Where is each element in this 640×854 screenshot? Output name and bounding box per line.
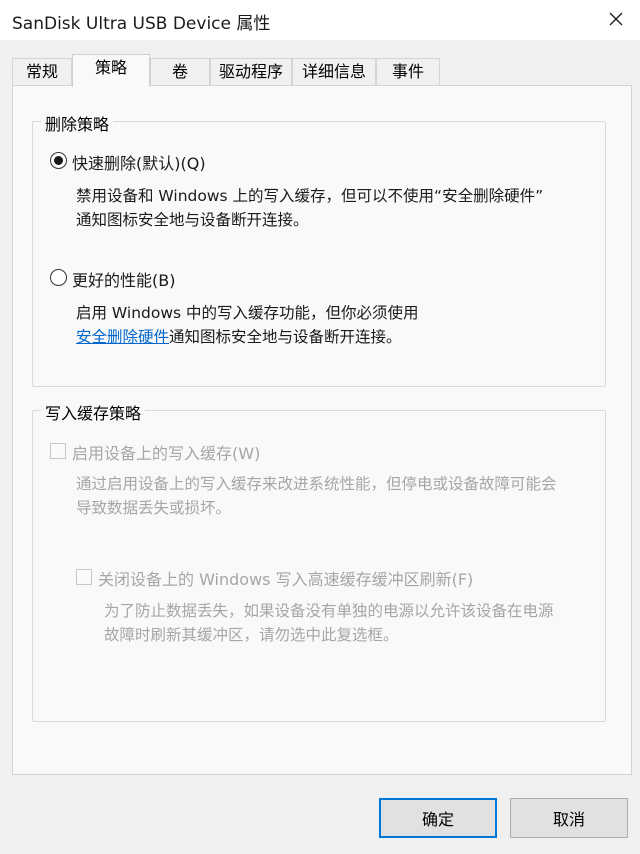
enable-write-cache-label[interactable]: 启用设备上的写入缓存(W) [72,440,260,464]
quick-removal-label[interactable]: 快速删除(默认)(Q) [72,150,206,174]
tab-events[interactable]: 事件 [376,58,440,86]
removal-policy-title: 删除策略 [41,111,114,135]
tab-details[interactable]: 详细信息 [292,58,376,86]
tab-policies[interactable]: 策略 [72,54,150,87]
better-performance-desc-line2: 安全删除硬件通知图标安全地与设备断开连接。 [76,325,402,349]
ok-button[interactable]: 确定 [379,798,497,838]
tab-driver[interactable]: 驱动程序 [210,58,292,86]
close-icon [609,12,623,26]
better-performance-label[interactable]: 更好的性能(B) [72,267,175,291]
quick-removal-desc-line2: 通知图标安全地与设备断开连接。 [76,211,309,229]
turn-off-flush-label[interactable]: 关闭设备上的 Windows 写入高速缓存缓冲区刷新(F) [98,566,473,590]
turn-off-flush-checkbox[interactable] [76,569,92,585]
write-cache-policy-title: 写入缓存策略 [41,400,146,424]
better-performance-desc-line1: 启用 Windows 中的写入缓存功能，但你必须使用 [76,304,419,322]
cancel-button[interactable]: 取消 [510,798,628,838]
safely-remove-hardware-link[interactable]: 安全删除硬件 [76,328,169,346]
enable-write-cache-desc-line1: 通过启用设备上的写入缓存来改进系统性能，但停电或设备故障可能会 [76,475,557,493]
title-bar: SanDisk Ultra USB Device 属性 [0,0,640,40]
better-performance-radio[interactable] [50,269,67,286]
window-title: SanDisk Ultra USB Device 属性 [12,14,271,34]
radio-selected-dot [54,156,63,165]
tab-strip: 常规 策略 卷 驱动程序 详细信息 事件 [12,54,632,87]
tab-volumes[interactable]: 卷 [150,58,210,86]
enable-write-cache-desc-line2: 导致数据丢失或损坏。 [76,499,232,517]
quick-removal-desc-line1: 禁用设备和 Windows 上的写入缓存，但可以不使用“安全删除硬件” [76,187,544,205]
turn-off-flush-desc-line1: 为了防止数据丢失，如果设备没有单独的电源以允许该设备在电源 [104,602,554,620]
quick-removal-radio[interactable] [50,152,67,169]
better-performance-desc-rest: 通知图标安全地与设备断开连接。 [169,328,402,346]
enable-write-cache-checkbox[interactable] [50,443,66,459]
tab-general[interactable]: 常规 [12,58,72,86]
turn-off-flush-desc-line2: 故障时刷新其缓冲区，请勿选中此复选框。 [104,626,399,644]
close-button[interactable] [596,2,636,36]
